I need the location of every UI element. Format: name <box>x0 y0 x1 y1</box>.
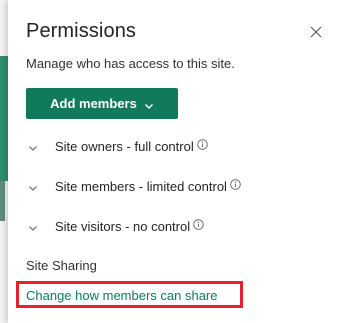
chevron-down-icon <box>28 181 38 191</box>
chevron-down-icon <box>144 99 154 109</box>
panel-title: Permissions <box>26 20 137 42</box>
close-icon[interactable] <box>308 24 324 40</box>
site-sharing-heading: Site Sharing <box>26 258 97 273</box>
group-site-owners[interactable]: Site owners - full control <box>26 136 208 156</box>
info-icon[interactable] <box>193 218 204 230</box>
group-label: Site members - limited control <box>55 178 227 194</box>
chevron-down-icon <box>28 141 38 151</box>
group-site-visitors[interactable]: Site visitors - no control <box>26 216 204 236</box>
add-members-label: Add members <box>50 96 137 111</box>
backdrop-accent <box>0 56 8 181</box>
panel-subtitle: Manage who has access to this site. <box>26 56 235 71</box>
info-icon[interactable] <box>230 178 241 190</box>
group-label: Site owners - full control <box>55 138 194 154</box>
change-sharing-link[interactable]: Change how members can share <box>26 288 218 303</box>
info-icon[interactable] <box>196 138 208 150</box>
chevron-down-icon <box>28 221 38 231</box>
add-members-button[interactable]: Add members <box>26 88 178 119</box>
backdrop-accent-secondary <box>0 181 5 221</box>
group-label: Site visitors - no control <box>55 218 191 234</box>
group-site-members[interactable]: Site members - limited control <box>26 176 241 196</box>
permissions-panel: Permissions Manage who has access to thi… <box>8 0 345 323</box>
